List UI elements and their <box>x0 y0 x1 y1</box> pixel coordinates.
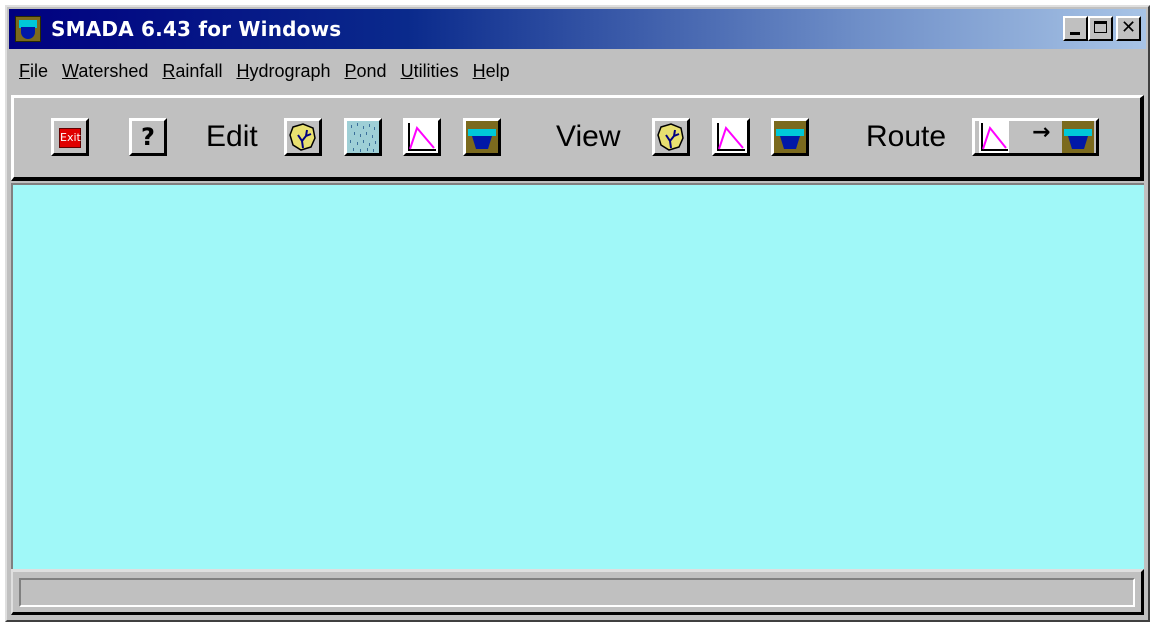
edit-rainfall-button[interactable] <box>344 118 382 156</box>
window-title: SMADA 6.43 for Windows <box>51 17 342 41</box>
route-label: Route <box>866 120 947 153</box>
edit-watershed-button[interactable] <box>284 118 322 156</box>
minimize-icon <box>1070 32 1080 35</box>
hydrograph-icon <box>715 121 747 153</box>
edit-hydrograph-button[interactable] <box>403 118 441 156</box>
menu-hydrograph[interactable]: Hydrograph <box>236 61 330 82</box>
toolbar: Exit ? Edit View Route → <box>11 95 1144 181</box>
minimize-button[interactable] <box>1063 16 1088 41</box>
pond-icon <box>1062 121 1094 153</box>
route-button[interactable]: → <box>972 118 1099 156</box>
rainfall-icon <box>347 121 379 153</box>
menu-utilities[interactable]: Utilities <box>401 61 459 82</box>
client-area[interactable] <box>11 183 1144 569</box>
menu-file[interactable]: File <box>19 61 48 82</box>
watershed-icon <box>657 123 684 151</box>
question-mark-icon: ? <box>141 123 155 151</box>
help-button[interactable]: ? <box>129 118 167 156</box>
close-icon: ✕ <box>1120 17 1137 38</box>
title-bar[interactable]: SMADA 6.43 for Windows ✕ <box>9 9 1146 49</box>
edit-label: Edit <box>206 120 258 153</box>
pond-icon <box>774 121 806 153</box>
view-hydrograph-button[interactable] <box>712 118 750 156</box>
hydrograph-icon <box>979 121 1009 153</box>
pond-graphic <box>21 27 35 39</box>
view-watershed-button[interactable] <box>652 118 690 156</box>
exit-button[interactable]: Exit <box>51 118 89 156</box>
menu-bar: File Watershed Rainfall Hydrograph Pond … <box>9 51 1146 91</box>
menu-watershed[interactable]: Watershed <box>62 61 148 82</box>
arrow-right-icon: → <box>1032 120 1051 145</box>
hydrograph-icon <box>406 121 438 153</box>
main-window: SMADA 6.43 for Windows ✕ File Watershed … <box>5 5 1150 622</box>
close-button[interactable]: ✕ <box>1116 16 1141 41</box>
status-text <box>19 578 1135 607</box>
pond-icon <box>466 121 498 153</box>
maximize-button[interactable] <box>1088 16 1113 41</box>
edit-pond-button[interactable] <box>463 118 501 156</box>
status-bar <box>11 569 1144 615</box>
watershed-icon <box>289 123 316 151</box>
menu-help[interactable]: Help <box>473 61 510 82</box>
app-pond-icon[interactable] <box>15 16 41 42</box>
maximize-icon <box>1094 21 1107 33</box>
menu-rainfall[interactable]: Rainfall <box>162 61 222 82</box>
exit-icon: Exit <box>59 128 81 148</box>
caption-buttons: ✕ <box>1063 16 1141 41</box>
view-label: View <box>556 120 621 153</box>
view-pond-button[interactable] <box>771 118 809 156</box>
menu-pond[interactable]: Pond <box>345 61 387 82</box>
